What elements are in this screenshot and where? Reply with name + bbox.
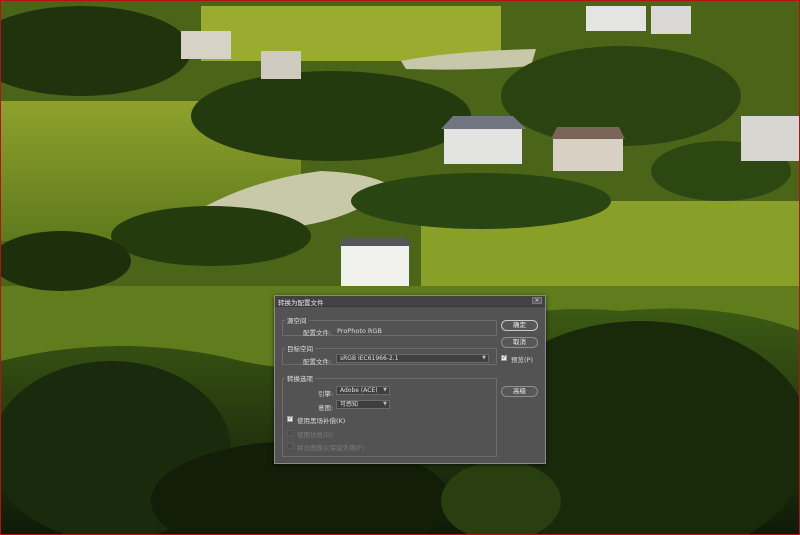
advanced-button[interactable]: 高级 bbox=[501, 386, 538, 397]
preview-checkbox[interactable]: ✓ bbox=[501, 355, 507, 361]
engine-label: 引擎: bbox=[318, 390, 334, 398]
black-point-compensation-checkbox[interactable]: ✓ bbox=[287, 416, 293, 422]
close-icon[interactable]: × bbox=[532, 297, 542, 304]
dialog-title: 转换为配置文件 bbox=[278, 299, 324, 307]
preview-label: 预览(P) bbox=[511, 356, 533, 364]
cancel-button[interactable]: 取消 bbox=[501, 337, 538, 348]
convert-to-profile-dialog: 转换为配置文件 × 源空间 配置文件: ProPhoto RGB 目标空间 配置… bbox=[274, 295, 546, 464]
source-space-legend: 源空间 bbox=[287, 317, 307, 325]
black-point-compensation-label: 使用黑场补偿(K) bbox=[297, 417, 346, 425]
ok-button[interactable]: 确定 bbox=[501, 320, 538, 331]
destination-space-legend: 目标空间 bbox=[287, 345, 313, 353]
source-profile-label: 配置文件: bbox=[303, 329, 332, 337]
source-profile-value: ProPhoto RGB bbox=[337, 327, 382, 335]
destination-profile-value: sRGB IEC61966-2.1 bbox=[340, 355, 399, 362]
conversion-options-legend: 转换选项 bbox=[287, 375, 313, 383]
dialog-titlebar[interactable]: 转换为配置文件 × bbox=[275, 296, 545, 307]
destination-profile-label: 配置文件: bbox=[303, 358, 332, 366]
flatten-image-checkbox[interactable] bbox=[287, 443, 293, 449]
chevron-down-icon: ▼ bbox=[383, 387, 387, 393]
destination-profile-select[interactable]: sRGB IEC61966-2.1 ▼ bbox=[336, 354, 489, 363]
intent-value: 可感知 bbox=[340, 401, 359, 408]
use-dither-checkbox[interactable] bbox=[287, 430, 293, 436]
engine-select[interactable]: Adobe (ACE) ▼ bbox=[336, 386, 390, 395]
chevron-down-icon: ▼ bbox=[383, 401, 387, 407]
engine-value: Adobe (ACE) bbox=[340, 387, 378, 394]
intent-select[interactable]: 可感知 ▼ bbox=[336, 400, 390, 409]
use-dither-label: 使用仿色(D) bbox=[297, 431, 334, 439]
flatten-image-label: 拼合图像以保留外观(F) bbox=[297, 444, 365, 452]
intent-label: 意图: bbox=[318, 404, 334, 412]
chevron-down-icon: ▼ bbox=[482, 355, 486, 361]
